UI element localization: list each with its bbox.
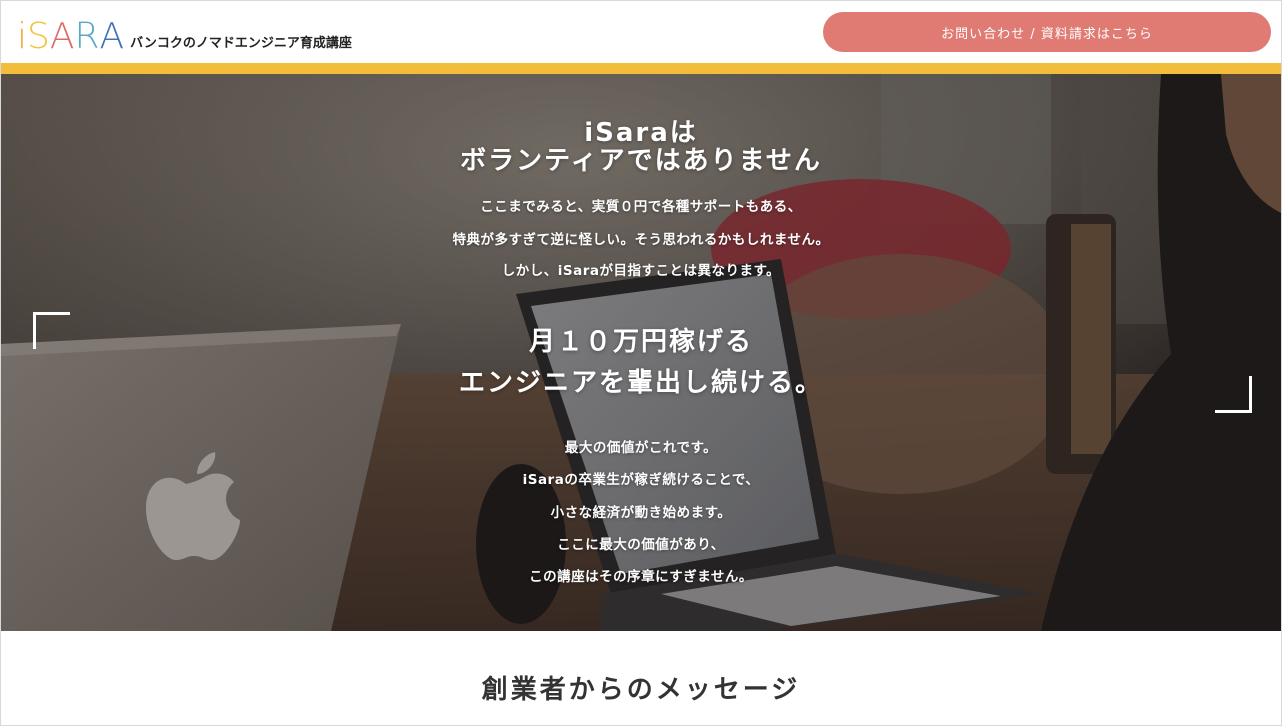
hero-intro-line: 特典が多すぎて逆に怪しい。そう思われるかもしれません。 <box>452 232 830 248</box>
hero-title-line-1: iSaraは <box>584 118 698 148</box>
hero-closing-line: iSaraの卒業生が稼ぎ続けることで、 <box>522 472 760 488</box>
logo-wordmark: i S A R A <box>17 16 125 57</box>
hero-mission-line-1: 月１０万円稼げる <box>528 327 753 357</box>
logo-letter: A <box>49 16 75 57</box>
hero-closing-line: この講座はその序章にすぎません。 <box>529 569 753 585</box>
hero-closing-line: 最大の価値がこれです。 <box>564 440 718 456</box>
site-header: i S A R A バンコクのノマドエンジニア育成講座 お問い合わせ / 資料請… <box>1 1 1281 63</box>
contact-request-button[interactable]: お問い合わせ / 資料請求はこちら <box>823 12 1271 52</box>
site-logo[interactable]: i S A R A バンコクのノマドエンジニア育成講座 <box>17 16 352 57</box>
hero-section: iSaraは ボランティアではありません ここまでみると、実質０円で各種サポート… <box>1 74 1281 631</box>
hero-intro-line: ここまでみると、実質０円で各種サポートもある、 <box>480 199 802 215</box>
logo-letter: S <box>27 16 50 57</box>
logo-letter: R <box>74 16 100 57</box>
header-accent-bar <box>1 63 1281 74</box>
hero-closing-line: ここに最大の価値があり、 <box>557 537 725 553</box>
logo-tagline: バンコクのノマドエンジニア育成講座 <box>130 36 352 51</box>
hero-mission-line-2: エンジニアを輩出し続ける。 <box>458 368 823 398</box>
hero-intro-line: しかし、iSaraが目指すことは異なります。 <box>501 263 781 279</box>
page: i S A R A バンコクのノマドエンジニア育成講座 お問い合わせ / 資料請… <box>0 0 1282 726</box>
hero-closing-line: 小さな経済が動き始めます。 <box>550 505 732 521</box>
logo-letter: A <box>99 16 125 57</box>
founder-message-heading: 創業者からのメッセージ <box>481 675 801 705</box>
logo-letter: i <box>17 16 28 57</box>
hero-title-line-2: ボランティアではありません <box>460 146 822 176</box>
